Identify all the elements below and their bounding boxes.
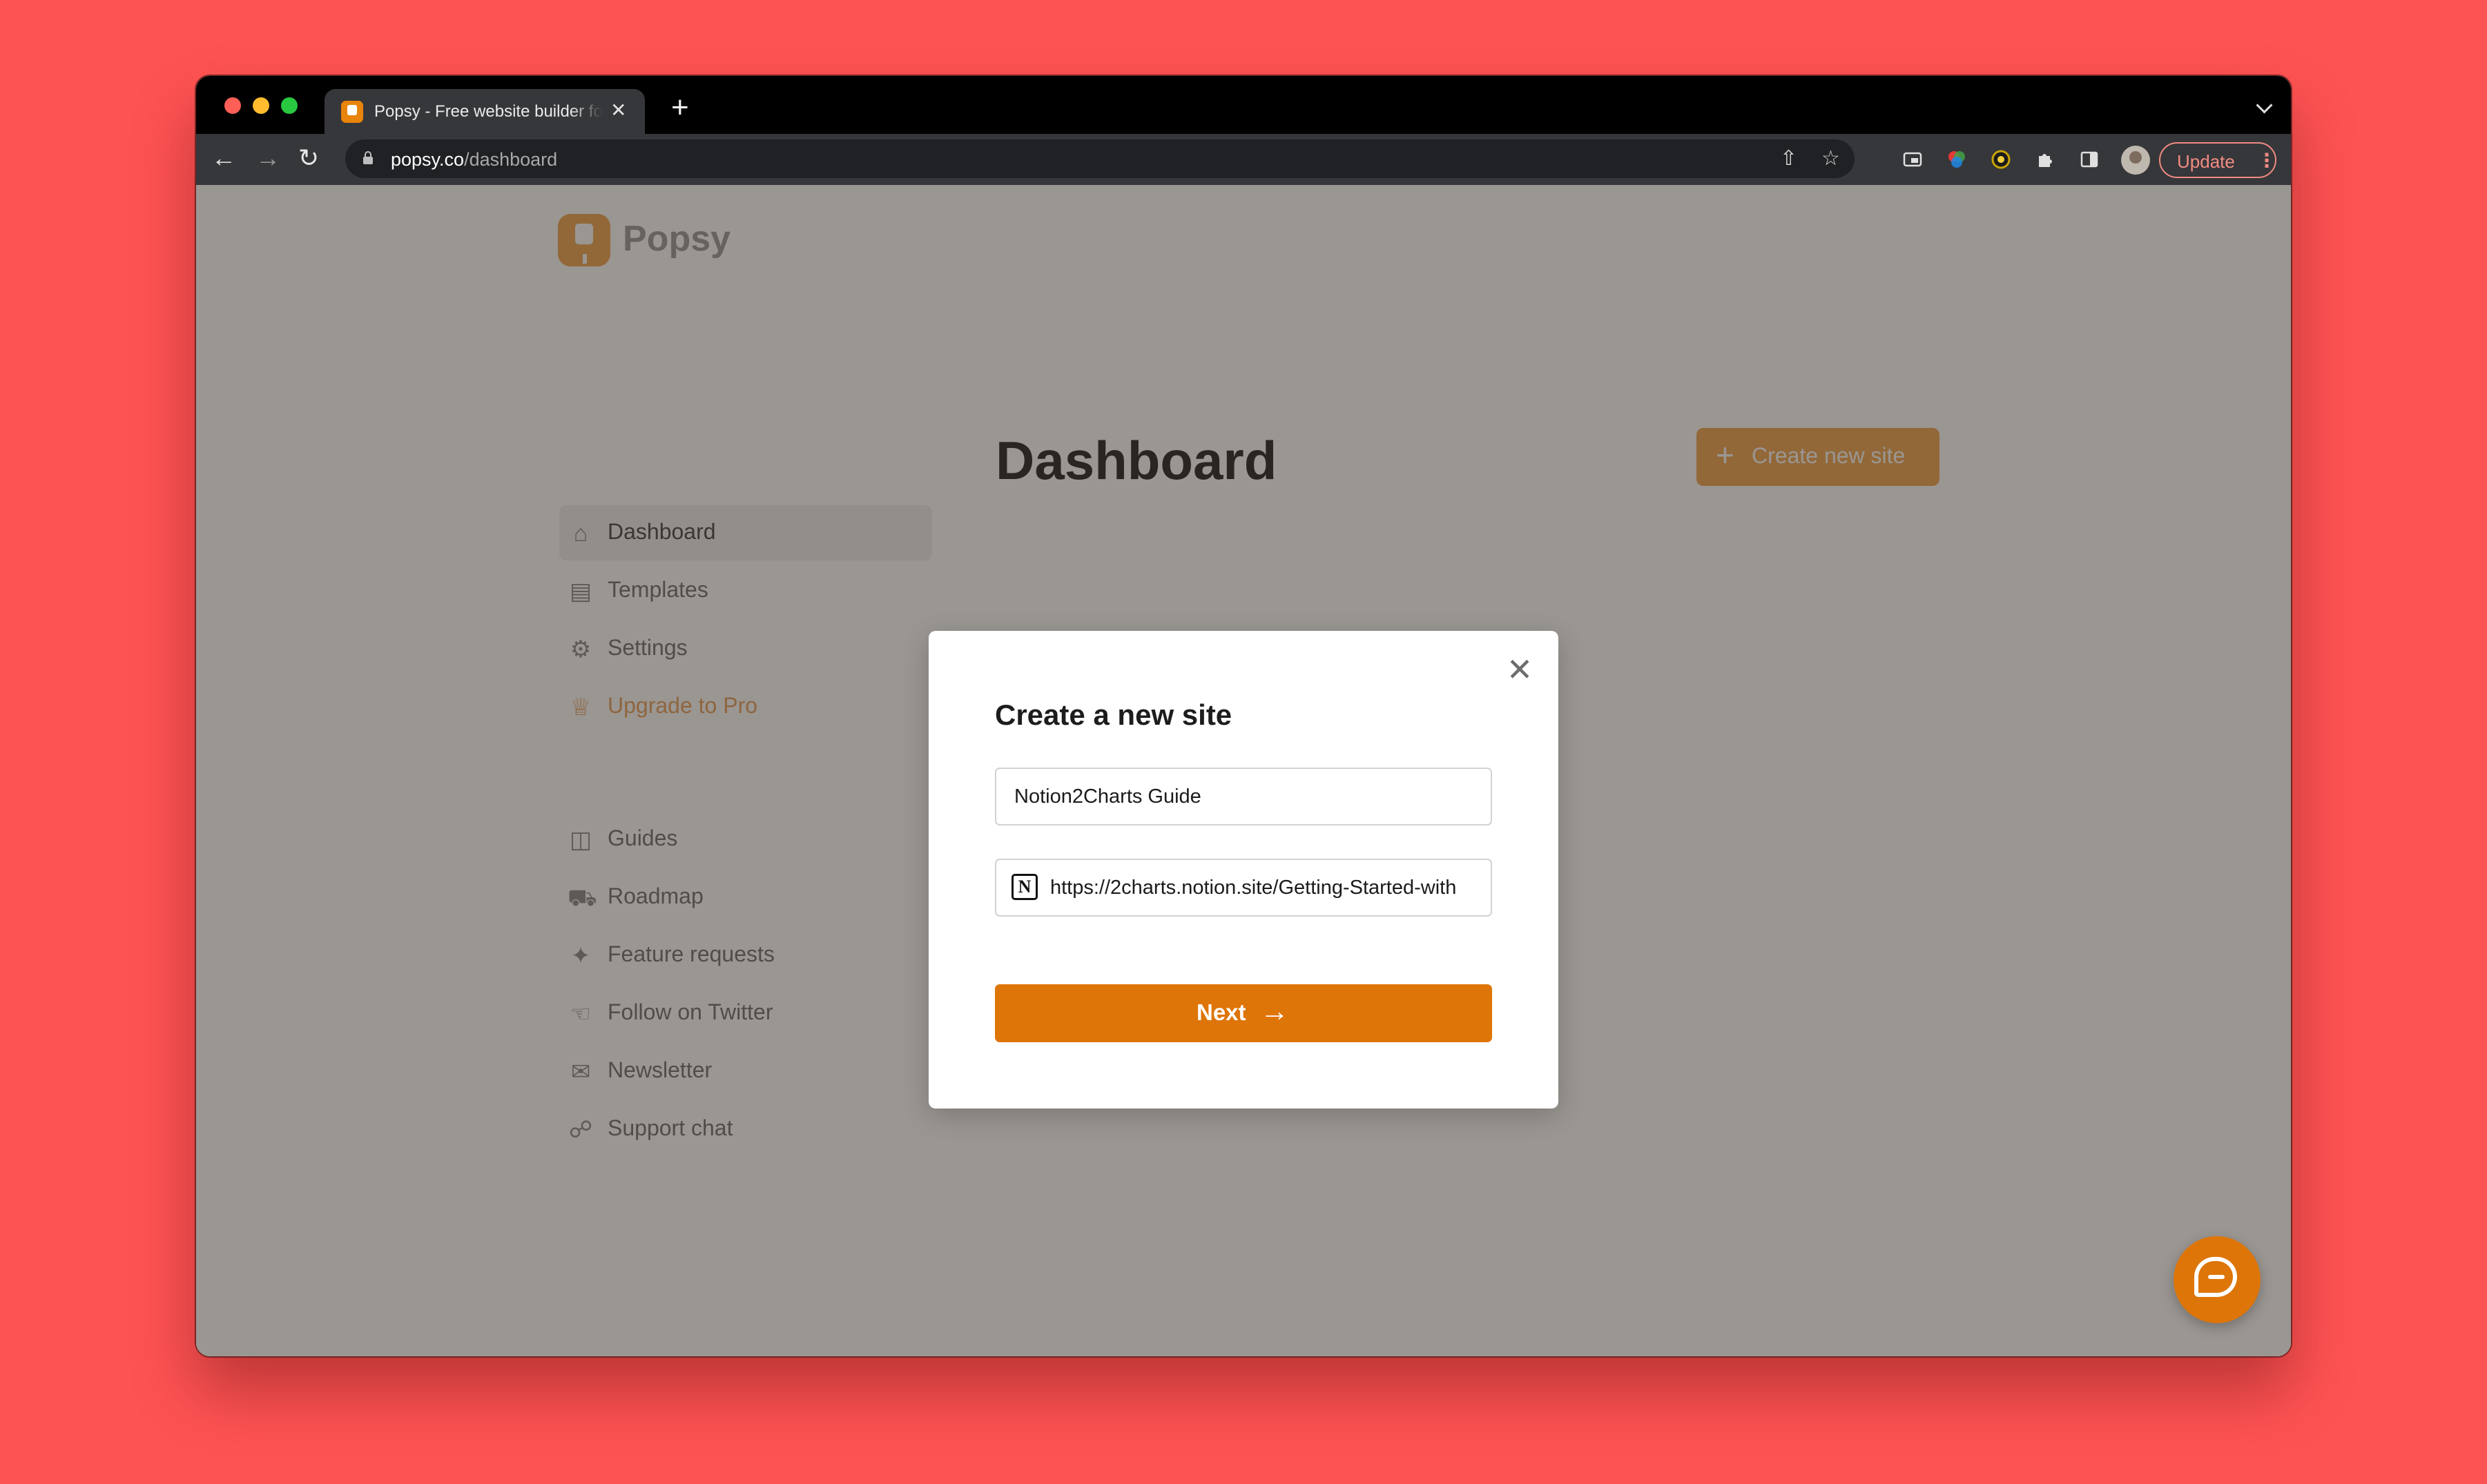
popsy-dashboard-page: Popsy ⌂ Dashboard ▤ Templates ⚙ Settings… bbox=[196, 185, 2291, 1356]
create-site-dialog: ✕ Create a new site N Next → bbox=[929, 631, 1558, 1109]
url-path: /dashboard bbox=[464, 149, 558, 170]
update-button[interactable]: Update ⋮ bbox=[2159, 142, 2276, 178]
notion-icon: N bbox=[1012, 874, 1038, 900]
bookmark-star-icon[interactable]: ☆ bbox=[1821, 148, 1840, 169]
update-label: Update bbox=[2177, 151, 2235, 172]
next-label: Next bbox=[1197, 999, 1246, 1025]
arrow-right-icon: → bbox=[1260, 995, 1289, 1027]
url-host: popsy.co bbox=[391, 149, 465, 170]
support-chat-button[interactable] bbox=[2174, 1236, 2261, 1323]
tab-title: Popsy - Free website builder for Notion bbox=[374, 102, 602, 121]
notion-url-field[interactable]: N bbox=[995, 859, 1492, 917]
tab-close-icon[interactable]: ✕ bbox=[610, 99, 626, 121]
back-arrow-icon[interactable]: ← bbox=[211, 144, 236, 172]
close-window-button[interactable] bbox=[224, 97, 241, 114]
maximize-window-button[interactable] bbox=[281, 97, 298, 114]
side-panel-icon[interactable] bbox=[2079, 149, 2100, 170]
url-text[interactable]: popsy.co/dashboard bbox=[391, 149, 557, 170]
minimize-window-button[interactable] bbox=[253, 97, 269, 114]
new-tab-button[interactable]: + bbox=[671, 92, 689, 123]
profile-avatar[interactable] bbox=[2121, 146, 2150, 175]
next-button[interactable]: Next → bbox=[995, 984, 1492, 1042]
notion-url-input[interactable] bbox=[1050, 860, 1474, 915]
chat-bubble-icon bbox=[2194, 1257, 2237, 1297]
share-icon[interactable]: ⇧ bbox=[1780, 148, 1797, 169]
browser-window: Popsy - Free website builder for Notion … bbox=[196, 76, 2291, 1356]
menu-dots-icon: ⋮ bbox=[2257, 150, 2276, 171]
lock-icon bbox=[363, 151, 373, 164]
extension-circle-icon[interactable] bbox=[1991, 149, 2011, 170]
site-name-field[interactable] bbox=[995, 768, 1492, 826]
reload-icon[interactable]: ↻ bbox=[298, 144, 319, 172]
site-name-input[interactable] bbox=[1014, 769, 1470, 824]
address-bar[interactable]: popsy.co/dashboard ⇧ ☆ bbox=[345, 139, 1855, 178]
forward-arrow-icon[interactable]: → bbox=[255, 144, 280, 172]
close-icon[interactable]: ✕ bbox=[1502, 652, 1538, 687]
tab-strip: Popsy - Free website builder for Notion … bbox=[196, 76, 2291, 134]
dialog-title: Create a new site bbox=[995, 699, 1232, 731]
puzzle-extensions-icon[interactable] bbox=[2035, 149, 2055, 170]
picture-in-picture-icon[interactable] bbox=[1902, 149, 1923, 170]
popsy-favicon-icon bbox=[341, 101, 363, 123]
tab-search-chevron-icon[interactable] bbox=[2256, 97, 2273, 114]
browser-toolbar: ← → ↻ popsy.co/dashboard ⇧ ☆ Update ⋮ bbox=[196, 134, 2291, 186]
color-picker-extension-icon[interactable] bbox=[1946, 149, 1967, 170]
browser-tab[interactable]: Popsy - Free website builder for Notion … bbox=[325, 89, 645, 134]
